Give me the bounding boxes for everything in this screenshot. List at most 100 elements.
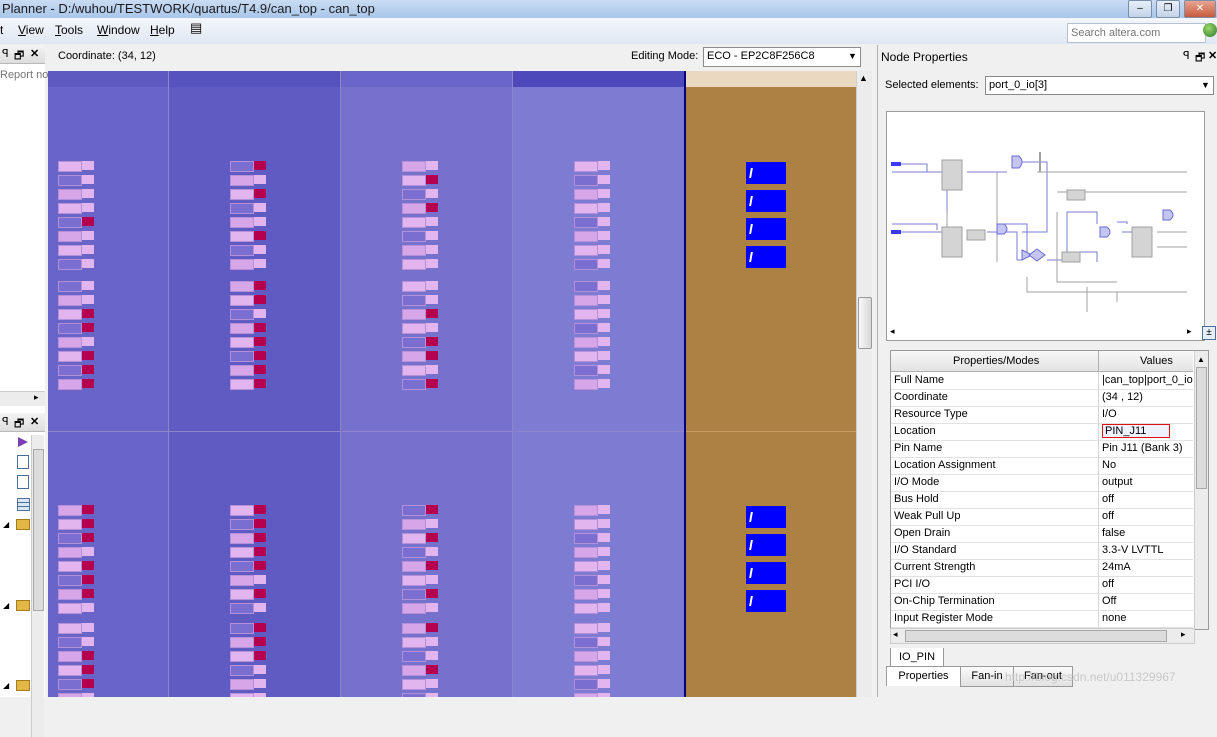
- logic-cell[interactable]: [574, 561, 612, 572]
- logic-cell[interactable]: [574, 693, 612, 697]
- close-icon[interactable]: ✕: [30, 415, 39, 428]
- logic-cell[interactable]: [230, 245, 268, 256]
- logic-cell[interactable]: [230, 259, 268, 270]
- logic-cell[interactable]: [230, 651, 268, 662]
- logic-cell[interactable]: [58, 259, 96, 270]
- property-row[interactable]: Location Assignment No: [891, 457, 1193, 475]
- logic-cell[interactable]: [402, 379, 440, 390]
- scroll-thumb[interactable]: [33, 449, 44, 611]
- logic-cell[interactable]: [402, 337, 440, 348]
- logic-cell[interactable]: [402, 519, 440, 530]
- menu-item-help[interactable]: Help: [150, 23, 175, 37]
- logic-cell[interactable]: [230, 693, 268, 697]
- float-icon[interactable]: 🗗: [14, 415, 24, 434]
- logic-cell[interactable]: [574, 231, 612, 242]
- logic-cell[interactable]: [230, 679, 268, 690]
- logic-cell[interactable]: [230, 323, 268, 334]
- logic-cell[interactable]: [574, 589, 612, 600]
- zoom-in-icon[interactable]: ±: [1202, 326, 1216, 340]
- logic-cell[interactable]: [574, 603, 612, 614]
- scroll-right-icon[interactable]: ▸: [34, 392, 39, 403]
- float-icon[interactable]: 🗗: [1195, 49, 1205, 68]
- logic-cell[interactable]: [402, 665, 440, 676]
- logic-cell[interactable]: [58, 379, 96, 390]
- close-button[interactable]: ✕: [1184, 0, 1216, 18]
- chip-planner-canvas[interactable]: [48, 71, 856, 697]
- menu-item-view[interactable]: View: [18, 23, 44, 37]
- logic-cell[interactable]: [58, 637, 96, 648]
- logic-cell[interactable]: [402, 309, 440, 320]
- logic-cell[interactable]: [230, 561, 268, 572]
- logic-cell[interactable]: [574, 679, 612, 690]
- tab-io-pin[interactable]: IO_PIN: [890, 648, 944, 668]
- logic-cell[interactable]: [58, 245, 96, 256]
- folder-icon[interactable]: [16, 680, 30, 691]
- editing-mode-select[interactable]: ECO - EP2C8F256C8 ▼: [703, 47, 861, 67]
- restore-button[interactable]: ❐: [1156, 0, 1180, 18]
- logic-cell[interactable]: [402, 679, 440, 690]
- logic-cell[interactable]: [58, 547, 96, 558]
- table-vertical-scrollbar[interactable]: ▲: [1194, 351, 1208, 629]
- logic-cell[interactable]: [574, 351, 612, 362]
- table-icon[interactable]: [17, 498, 30, 511]
- logic-cell[interactable]: [574, 245, 612, 256]
- scroll-up-icon[interactable]: ▲: [859, 73, 868, 83]
- logic-cell[interactable]: [574, 189, 612, 200]
- logic-cell[interactable]: [574, 281, 612, 292]
- io-pad[interactable]: [746, 534, 786, 556]
- logic-cell[interactable]: [58, 189, 96, 200]
- logic-cell[interactable]: [58, 589, 96, 600]
- logic-cell[interactable]: [230, 637, 268, 648]
- logic-cell[interactable]: [230, 533, 268, 544]
- logic-cell[interactable]: [402, 651, 440, 662]
- logic-cell[interactable]: [58, 665, 96, 676]
- scroll-thumb[interactable]: [858, 297, 872, 349]
- logic-cell[interactable]: [58, 217, 96, 228]
- logic-cell[interactable]: [402, 231, 440, 242]
- logic-cell[interactable]: [402, 281, 440, 292]
- logic-cell[interactable]: [58, 231, 96, 242]
- expand-icon[interactable]: ◢: [3, 681, 9, 690]
- logic-cell[interactable]: [574, 365, 612, 376]
- logic-cell[interactable]: [574, 651, 612, 662]
- logic-cell[interactable]: [402, 259, 440, 270]
- logic-cell[interactable]: [58, 351, 96, 362]
- scroll-left-icon[interactable]: ◂: [893, 629, 898, 640]
- logic-cell[interactable]: [574, 547, 612, 558]
- property-row[interactable]: I/O Mode output: [891, 474, 1193, 492]
- chat-icon[interactable]: ▤: [190, 20, 202, 36]
- logic-cell[interactable]: [58, 309, 96, 320]
- logic-cell[interactable]: [58, 337, 96, 348]
- selected-elements-select[interactable]: port_0_io[3] ▼: [985, 76, 1214, 95]
- scroll-up-icon[interactable]: ▲: [1197, 355, 1205, 364]
- chip-vertical-scrollbar[interactable]: ▲: [856, 71, 872, 697]
- folder-icon[interactable]: [16, 600, 30, 611]
- logic-cell[interactable]: [58, 533, 96, 544]
- property-row[interactable]: On-Chip Termination Off: [891, 593, 1193, 611]
- logic-cell[interactable]: [230, 295, 268, 306]
- logic-cell[interactable]: [402, 623, 440, 634]
- logic-cell[interactable]: [58, 679, 96, 690]
- property-row[interactable]: PCI I/O off: [891, 576, 1193, 594]
- logic-cell[interactable]: [230, 379, 268, 390]
- logic-cell[interactable]: [58, 519, 96, 530]
- logic-cell[interactable]: [574, 665, 612, 676]
- pin-icon[interactable]: ꟼ: [2, 415, 9, 428]
- close-icon[interactable]: ✕: [1208, 49, 1217, 62]
- logic-cell[interactable]: [58, 505, 96, 516]
- property-row[interactable]: Current Strength 24mA: [891, 559, 1193, 577]
- table-horizontal-scrollbar[interactable]: ◂ ▸: [890, 628, 1195, 644]
- property-row[interactable]: Input Register Mode none: [891, 610, 1193, 628]
- logic-cell[interactable]: [574, 323, 612, 334]
- menu-item-window[interactable]: Window: [97, 23, 140, 37]
- logic-cell[interactable]: [58, 161, 96, 172]
- logic-cell[interactable]: [402, 533, 440, 544]
- io-pad[interactable]: [746, 246, 786, 268]
- logic-cell[interactable]: [230, 351, 268, 362]
- logic-cell[interactable]: [230, 189, 268, 200]
- logic-cell[interactable]: [574, 637, 612, 648]
- logic-cell[interactable]: [58, 295, 96, 306]
- logic-cell[interactable]: [58, 281, 96, 292]
- horizontal-scrollbar[interactable]: ▸: [0, 391, 45, 406]
- logic-cell[interactable]: [402, 365, 440, 376]
